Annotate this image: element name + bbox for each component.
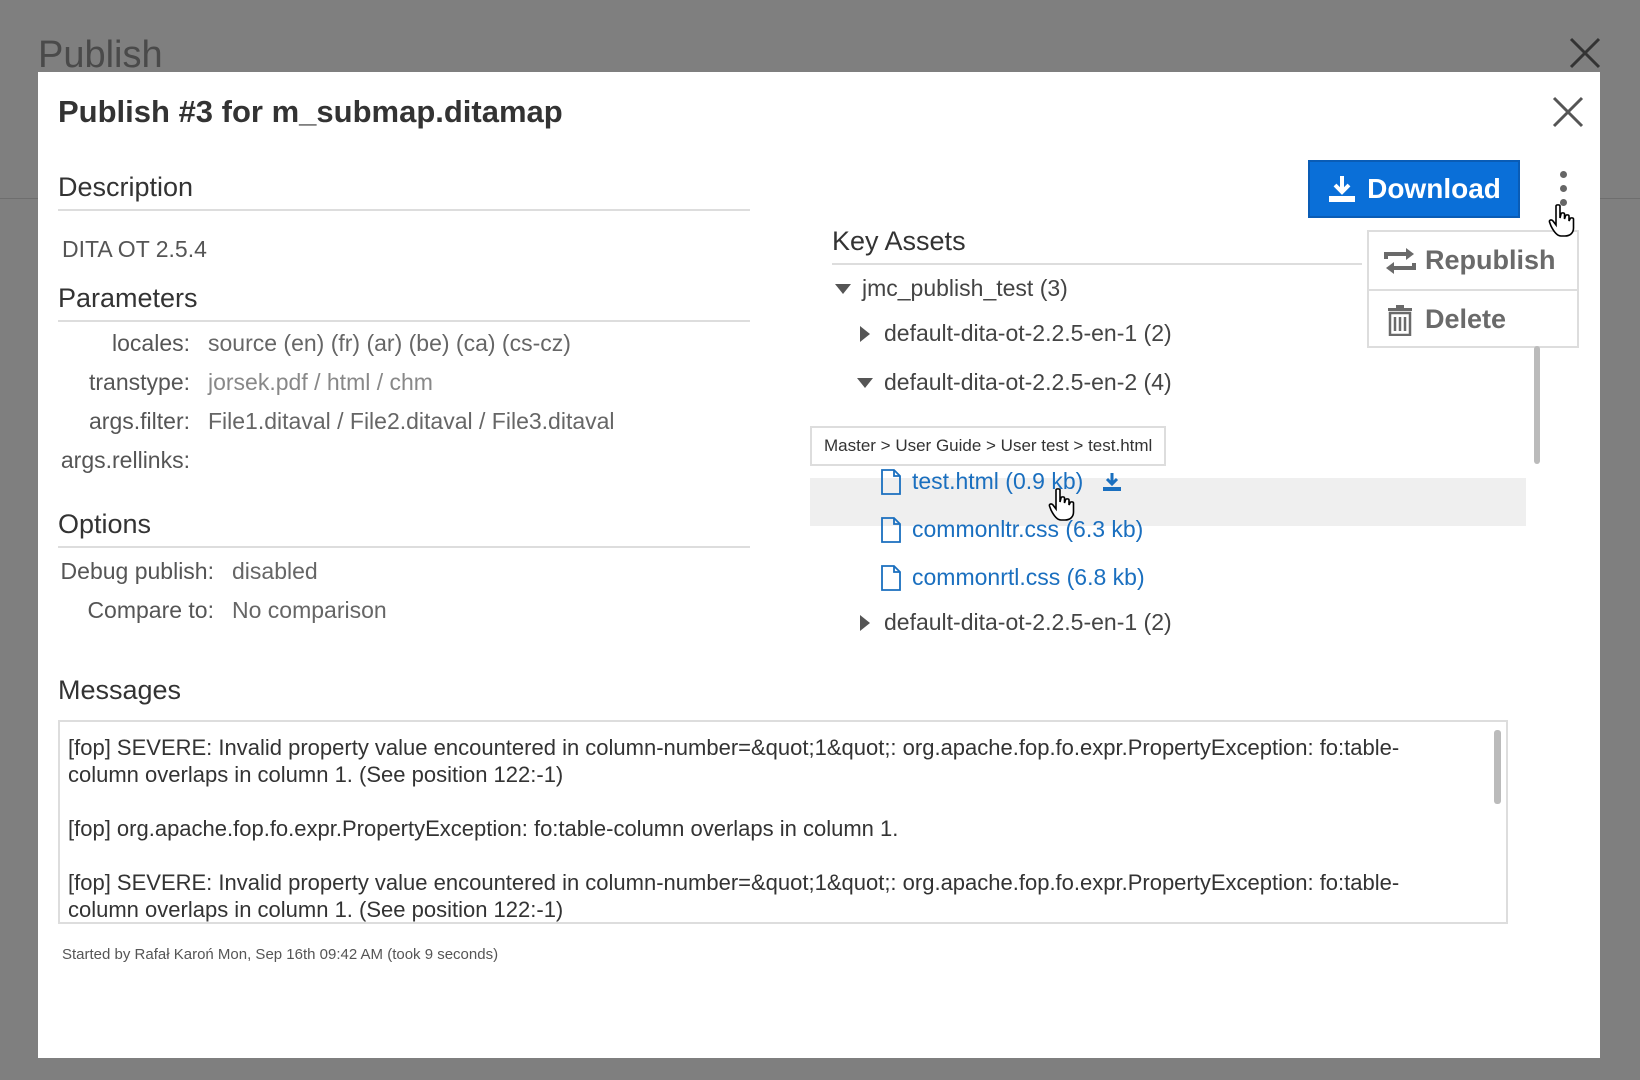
message-line: [fop] SEVERE: Invalid property value enc… xyxy=(68,735,1400,787)
tree-node-label: default-dita-ot-2.2.5-en-1 (2) xyxy=(884,320,1172,346)
param-key: transtype: xyxy=(89,369,190,395)
param-key: locales: xyxy=(112,330,190,356)
menu-item-label: Delete xyxy=(1425,304,1507,334)
caret-right-icon xyxy=(854,323,876,345)
menu-item-republish[interactable]: Republish xyxy=(1369,232,1577,289)
option-row-debug: Debug publish: xyxy=(38,558,214,588)
tree-node[interactable]: default-dita-ot-2.2.5-en-1 (2) xyxy=(854,609,1172,636)
option-key: Compare to: xyxy=(87,597,214,623)
file-label: commonltr.css (6.3 kb) xyxy=(912,516,1144,542)
param-value: jorsek.pdf / html / chm xyxy=(208,369,433,395)
param-row-locales: locales: xyxy=(38,330,190,360)
download-label: Download xyxy=(1367,173,1501,204)
hand-cursor-icon xyxy=(1548,204,1575,237)
messages-log[interactable]: [fop] SEVERE: Invalid property value enc… xyxy=(58,720,1508,924)
options-heading: Options xyxy=(58,509,750,548)
messages-scrollbar[interactable] xyxy=(1494,730,1501,804)
option-value: No comparison xyxy=(232,597,387,623)
tree-node-label: default-dita-ot-2.2.5-en-1 (2) xyxy=(884,609,1172,635)
caret-right-icon xyxy=(854,612,876,634)
parameters-heading: Parameters xyxy=(58,283,750,322)
tree-node-label: jmc_publish_test (3) xyxy=(862,275,1068,301)
dialog-title: Publish #3 for m_submap.ditamap xyxy=(58,94,563,129)
file-item[interactable]: commonrtl.css (6.8 kb) xyxy=(880,564,1145,591)
param-value: source (en) (fr) (ar) (be) (ca) (cs-cz) xyxy=(208,330,571,356)
param-value: File1.ditaval / File2.ditaval / File3.di… xyxy=(208,408,615,434)
tree-node[interactable]: jmc_publish_test (3) xyxy=(832,275,1068,302)
key-assets-heading: Key Assets xyxy=(832,226,1362,265)
republish-icon xyxy=(1383,246,1417,276)
description-value: DITA OT 2.5.4 xyxy=(62,236,207,262)
param-row-transtype: transtype: xyxy=(38,369,190,399)
download-icon xyxy=(1329,176,1356,202)
param-key: args.filter: xyxy=(89,408,190,434)
tree-node[interactable]: default-dita-ot-2.2.5-en-2 (4) xyxy=(854,369,1172,396)
caret-down-icon xyxy=(832,278,854,300)
hand-cursor-icon xyxy=(1048,488,1075,521)
download-icon[interactable] xyxy=(1101,471,1123,493)
file-item[interactable]: test.html (0.9 kb) xyxy=(880,468,1123,495)
actions-menu: Republish Delete xyxy=(1367,230,1579,348)
param-key: args.rellinks: xyxy=(60,447,190,473)
file-icon xyxy=(881,516,901,543)
caret-down-icon xyxy=(854,372,876,394)
messages-heading: Messages xyxy=(58,675,182,705)
trash-icon xyxy=(1383,304,1417,336)
background-close-icon[interactable] xyxy=(1568,36,1602,70)
option-value: disabled xyxy=(232,558,318,584)
description-heading: Description xyxy=(58,172,750,211)
tree-node-label: default-dita-ot-2.2.5-en-2 (4) xyxy=(884,369,1172,395)
file-icon xyxy=(881,468,901,495)
file-label: commonrtl.css (6.8 kb) xyxy=(912,564,1145,590)
close-icon[interactable] xyxy=(1550,94,1586,130)
file-item[interactable]: commonltr.css (6.3 kb) xyxy=(880,516,1143,543)
breadcrumb-tooltip: Master > User Guide > User test > test.h… xyxy=(810,426,1167,466)
tree-scrollbar[interactable] xyxy=(1534,346,1540,464)
file-icon xyxy=(881,564,901,591)
download-button[interactable]: Download xyxy=(1308,160,1520,218)
publish-dialog: Publish #3 for m_submap.ditamap Descript… xyxy=(38,72,1600,1058)
option-key: Debug publish: xyxy=(60,558,214,584)
tree-node[interactable]: default-dita-ot-2.2.5-en-1 (2) xyxy=(854,320,1172,347)
menu-item-delete[interactable]: Delete xyxy=(1369,291,1577,348)
message-line: [fop] org.apache.fop.fo.expr.PropertyExc… xyxy=(68,816,899,841)
background-page-title: Publish xyxy=(38,34,163,76)
menu-item-label: Republish xyxy=(1425,245,1556,275)
param-row-rellinks: args.rellinks: xyxy=(38,447,190,477)
param-row-filter: args.filter: xyxy=(38,408,190,438)
message-line: [fop] SEVERE: Invalid property value enc… xyxy=(68,870,1400,922)
publish-footer: Started by Rafał Karoń Mon, Sep 16th 09:… xyxy=(62,946,499,963)
option-row-compare: Compare to: xyxy=(38,597,214,627)
